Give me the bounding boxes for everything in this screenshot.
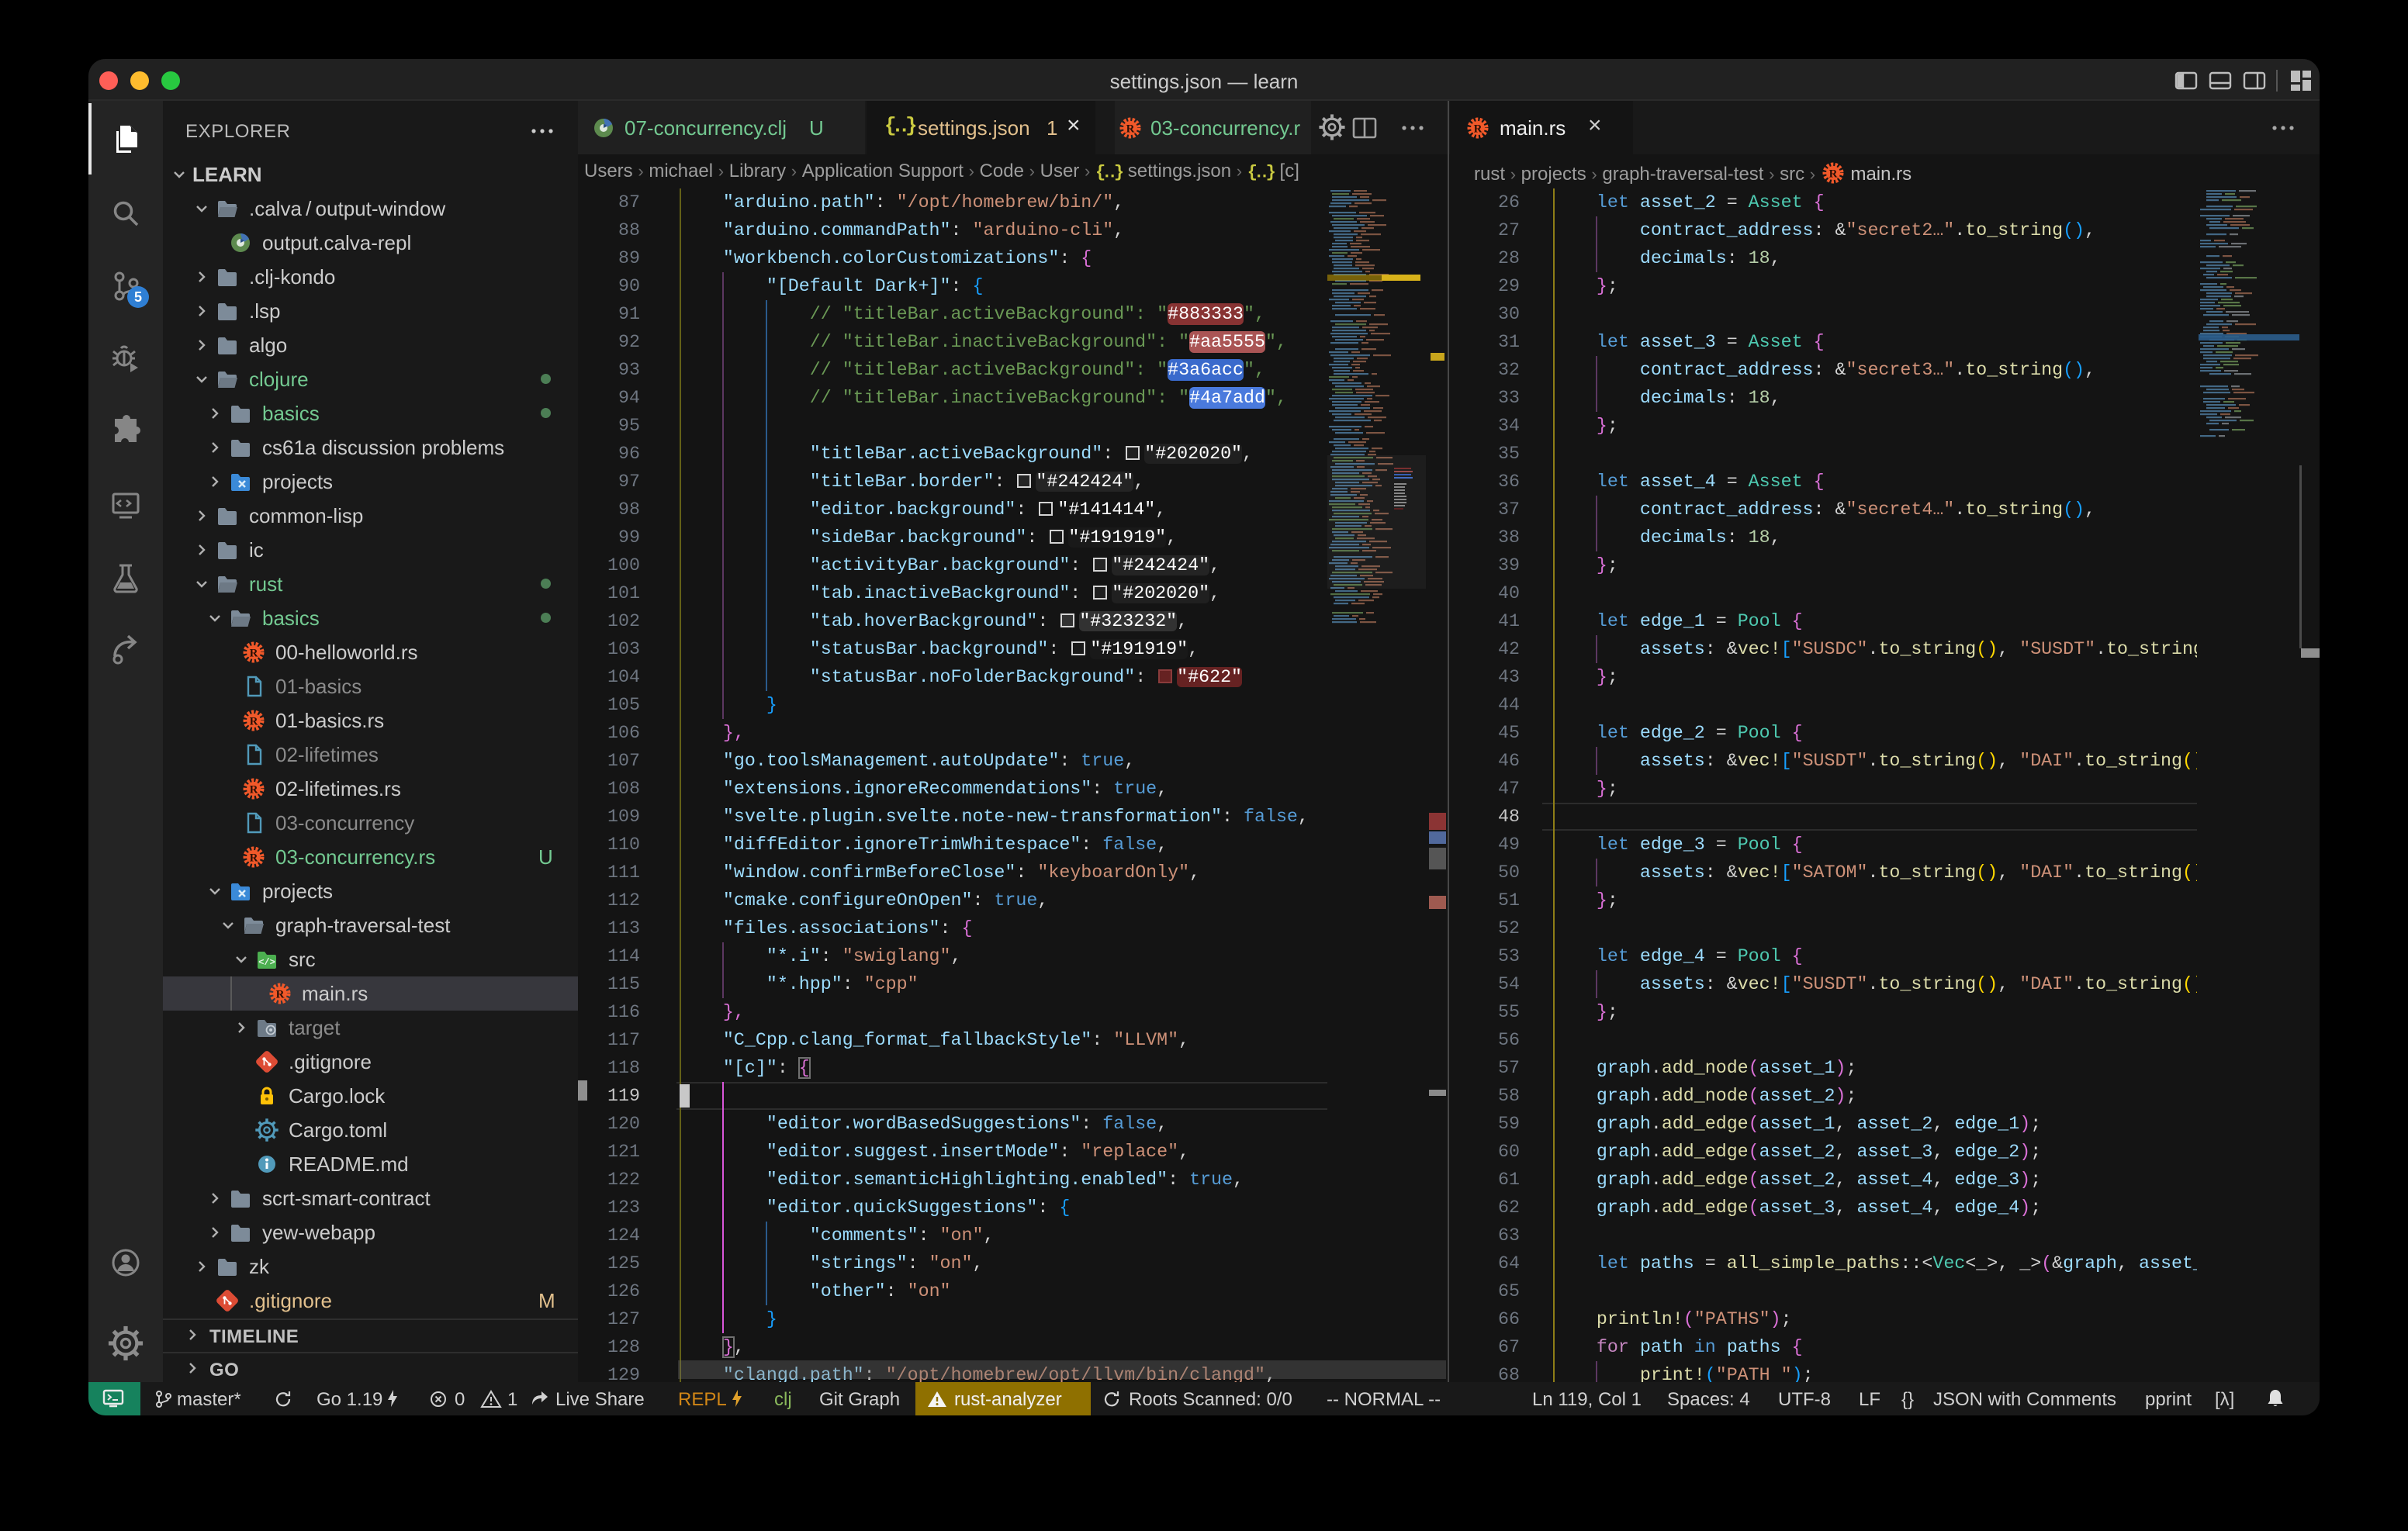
svg-text:R: R xyxy=(1126,123,1135,136)
svg-text:R: R xyxy=(250,784,258,797)
svg-text:</>: </> xyxy=(258,957,275,968)
svg-text:R: R xyxy=(250,716,258,728)
svg-text:R: R xyxy=(1828,168,1837,181)
svg-text:R: R xyxy=(276,989,285,1001)
svg-text:R: R xyxy=(1474,123,1483,136)
svg-text:R: R xyxy=(250,648,258,660)
svg-text:R: R xyxy=(250,852,258,865)
